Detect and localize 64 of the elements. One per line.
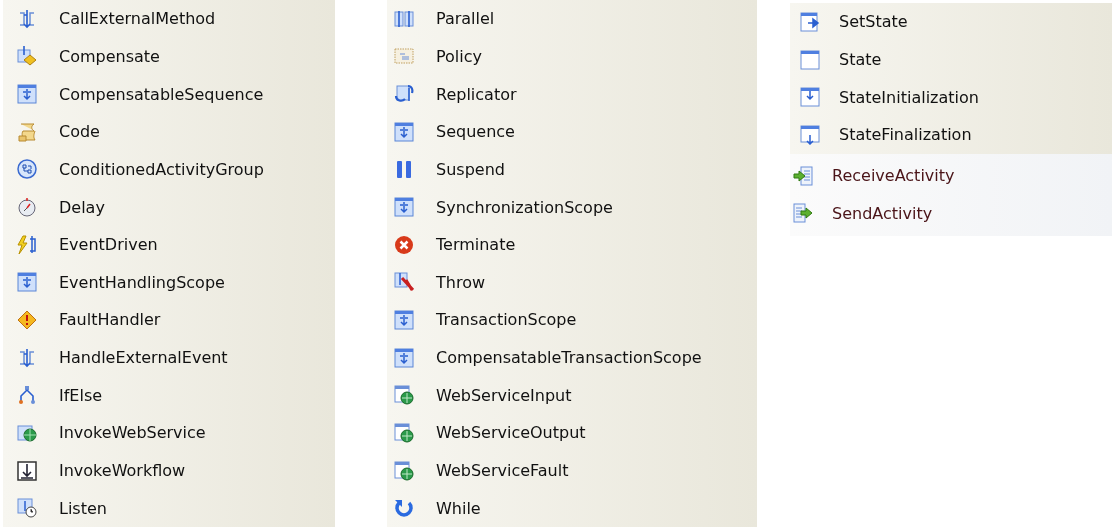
send-icon [793, 203, 813, 224]
sequence-icon [394, 197, 414, 217]
toolbox-item[interactable]: EventDriven [59, 235, 158, 255]
toolbox-item[interactable]: FaultHandler [59, 310, 161, 330]
workflow-icon [17, 460, 37, 481]
document-icon [394, 46, 414, 67]
scroll-icon [17, 121, 37, 142]
toolbox-item[interactable]: Code [59, 122, 100, 142]
stopwatch-icon [17, 197, 37, 217]
toolbox-item[interactable]: WebServiceInput [436, 385, 572, 405]
throw-icon [394, 272, 414, 293]
toolbox-item[interactable]: Delay [59, 197, 105, 217]
pause-icon [394, 159, 414, 180]
web-service-icon [394, 422, 414, 443]
x-circle-icon [394, 234, 414, 255]
toolbox-item[interactable]: Parallel [436, 9, 495, 29]
toolbox-item[interactable]: StateFinalization [839, 125, 972, 145]
sequence-icon [394, 121, 414, 142]
network-circle-icon [17, 159, 37, 180]
sequence-icon [394, 309, 414, 330]
toolbox-item[interactable]: IfElse [59, 385, 103, 405]
receive-icon [793, 165, 813, 186]
toolbox-item[interactable]: WebServiceOutput [436, 423, 586, 443]
toolbox-item[interactable]: TransactionScope [436, 310, 577, 330]
parallel-icon [394, 8, 414, 29]
state-icon [800, 49, 820, 70]
sequence-icon [17, 272, 37, 293]
toolbox-item[interactable]: Terminate [436, 235, 516, 255]
toolbox-item[interactable]: Replicator [436, 84, 517, 104]
toolbox-item[interactable]: ConditionedActivityGroup [59, 159, 264, 179]
toolbox-item[interactable]: Throw [436, 272, 485, 292]
toolbox-item[interactable]: EventHandlingScope [59, 272, 225, 292]
state-init-icon [800, 87, 820, 108]
toolbox-item[interactable]: Suspend [436, 159, 505, 179]
toolbox-item[interactable]: CompensatableTransactionScope [436, 348, 702, 368]
set-state-icon [800, 11, 820, 32]
toolbox-item[interactable]: StateInitialization [839, 87, 979, 107]
toolbox-item[interactable]: HandleExternalEvent [59, 348, 228, 368]
toolbox-item[interactable]: ReceiveActivity [832, 166, 955, 186]
toolbox-item[interactable]: State [839, 50, 882, 70]
toolbox-item[interactable]: InvokeWorkflow [59, 461, 186, 480]
toolbox-item[interactable]: Policy [436, 46, 483, 66]
toolbox-item[interactable]: SynchronizationScope [436, 197, 613, 217]
clock-box-icon [17, 498, 37, 519]
web-service-icon [394, 385, 414, 406]
warning-diamond-icon [17, 309, 37, 330]
toolbox-item[interactable]: SetState [839, 12, 908, 32]
toolbox-item[interactable]: SendActivity [832, 203, 933, 223]
loop-arrow-icon [394, 498, 414, 519]
lightning-icon [17, 234, 37, 255]
toolbox-item[interactable]: InvokeWebService [59, 423, 206, 443]
toolbox-item[interactable]: WebServiceFault [436, 461, 569, 480]
branch-icon [17, 385, 37, 406]
toolbox-item[interactable]: CallExternalMethod [59, 9, 216, 29]
state-final-icon [800, 124, 820, 145]
compensate-icon [17, 46, 37, 67]
web-service-icon [394, 460, 414, 481]
toolbox-item[interactable]: While [436, 498, 481, 518]
toolbox-item[interactable]: Compensate [59, 46, 160, 66]
sequence-icon [17, 84, 37, 105]
toolbox-item[interactable]: CompensatableSequence [59, 84, 264, 104]
sequence-icon [394, 347, 414, 368]
toolbox-item[interactable]: Listen [59, 498, 107, 518]
toolbox-item[interactable]: Sequence [436, 122, 515, 142]
